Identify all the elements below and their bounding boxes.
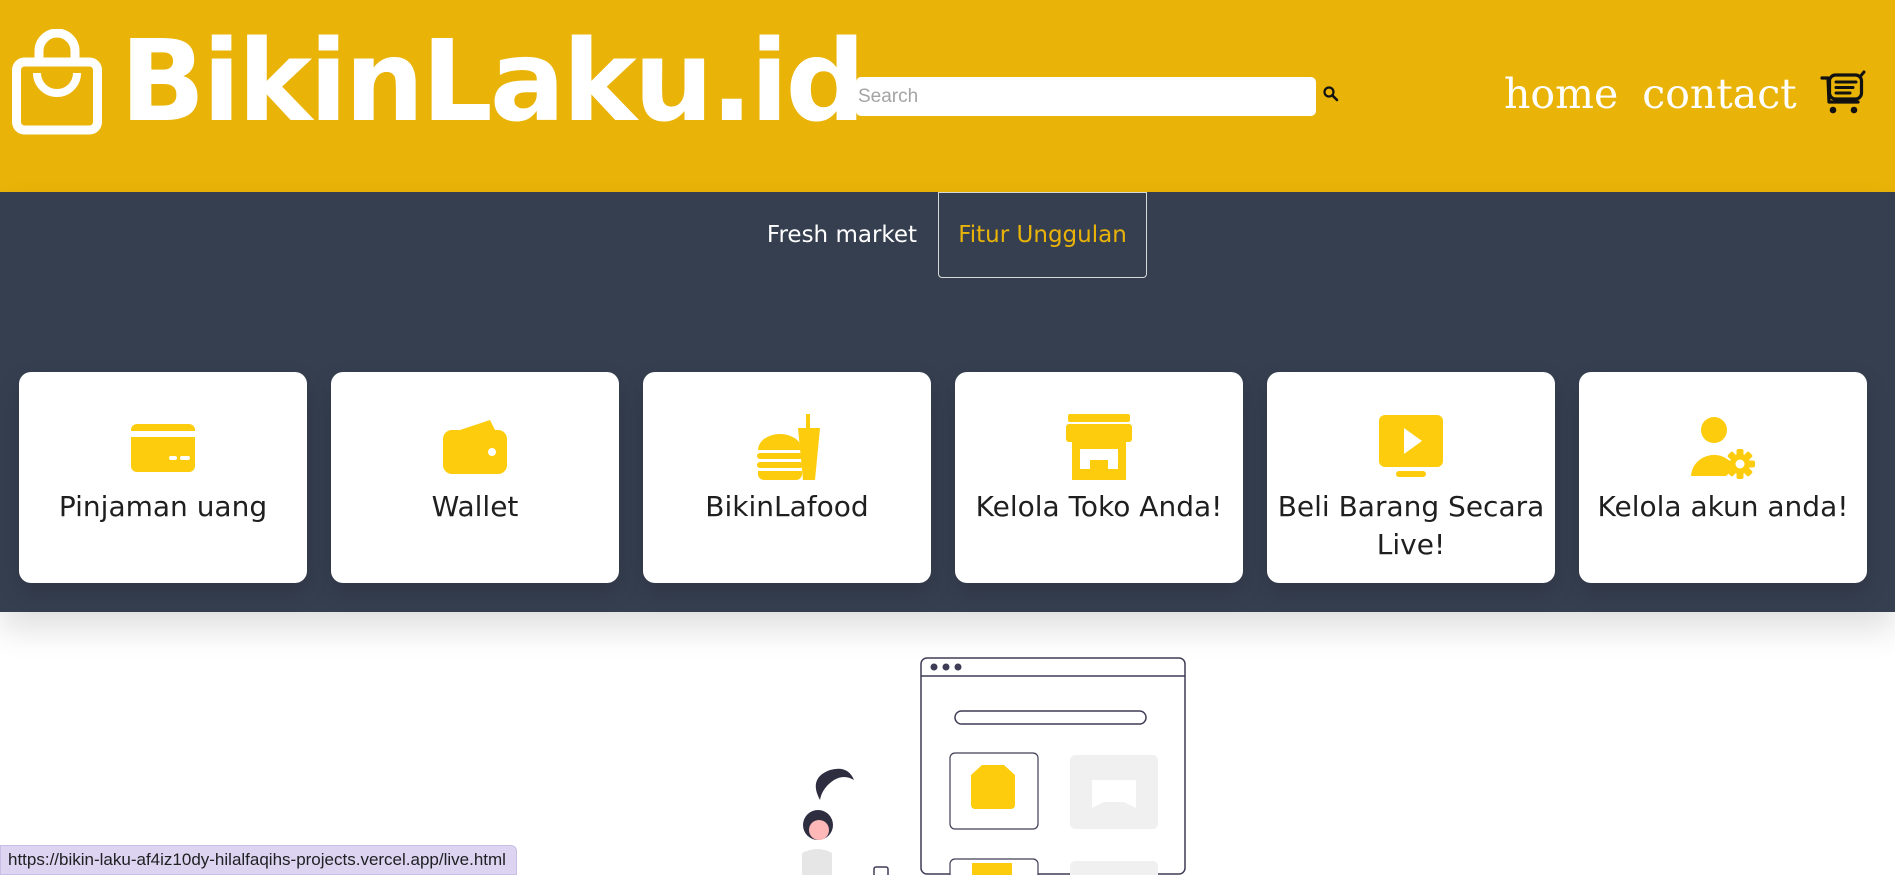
wallet-icon (443, 420, 507, 474)
live-video-icon (1379, 415, 1443, 477)
site-header: BikinLaku.id home contact (0, 0, 1895, 192)
nav-link-contact[interactable]: contact (1642, 70, 1796, 119)
link-preview-status: https://bikin-laku-af4iz10dy-hilalfaqihs… (0, 845, 517, 875)
cart-icon[interactable] (1820, 70, 1868, 116)
credit-card-icon (131, 424, 195, 472)
burger-drink-icon (757, 414, 820, 480)
feature-card-label: Kelola akun anda! (1597, 490, 1849, 523)
category-tabs: Fresh market Fitur Unggulan (0, 192, 1895, 278)
feature-card-label: Beli Barang Secara Live! (1277, 490, 1545, 562)
feature-card-pinjaman[interactable]: Pinjaman uang (19, 372, 307, 583)
feature-cards: Pinjaman uang Wallet BikinLafood Kelola (19, 372, 1867, 583)
tab-fitur-unggulan[interactable]: Fitur Unggulan (938, 192, 1147, 278)
feature-card-label: Kelola Toko Anda! (975, 490, 1223, 523)
feature-card-label: Pinjaman uang (58, 490, 268, 523)
feature-card-beli-live[interactable]: Beli Barang Secara Live! (1267, 372, 1555, 583)
user-settings-icon (1691, 417, 1755, 479)
store-icon (1066, 414, 1132, 480)
feature-card-label: BikinLafood (705, 490, 869, 523)
site-logo-text: BikinLaku.id (120, 17, 866, 147)
main-nav: home contact (1504, 70, 1797, 119)
shopping-bag-icon (12, 29, 102, 135)
site-logo[interactable]: BikinLaku.id (12, 17, 866, 147)
feature-card-kelola-toko[interactable]: Kelola Toko Anda! (955, 372, 1243, 583)
feature-card-kelola-akun[interactable]: Kelola akun anda! (1579, 372, 1867, 583)
feature-card-wallet[interactable]: Wallet (331, 372, 619, 583)
tab-fresh-market[interactable]: Fresh market (760, 192, 924, 278)
feature-card-label: Wallet (431, 490, 519, 523)
nav-link-home[interactable]: home (1504, 70, 1618, 119)
online-shopping-illustration (802, 657, 1186, 875)
magnifier-icon[interactable] (1322, 85, 1340, 103)
search-input[interactable] (856, 77, 1316, 116)
feature-card-bikinlafood[interactable]: BikinLafood (643, 372, 931, 583)
